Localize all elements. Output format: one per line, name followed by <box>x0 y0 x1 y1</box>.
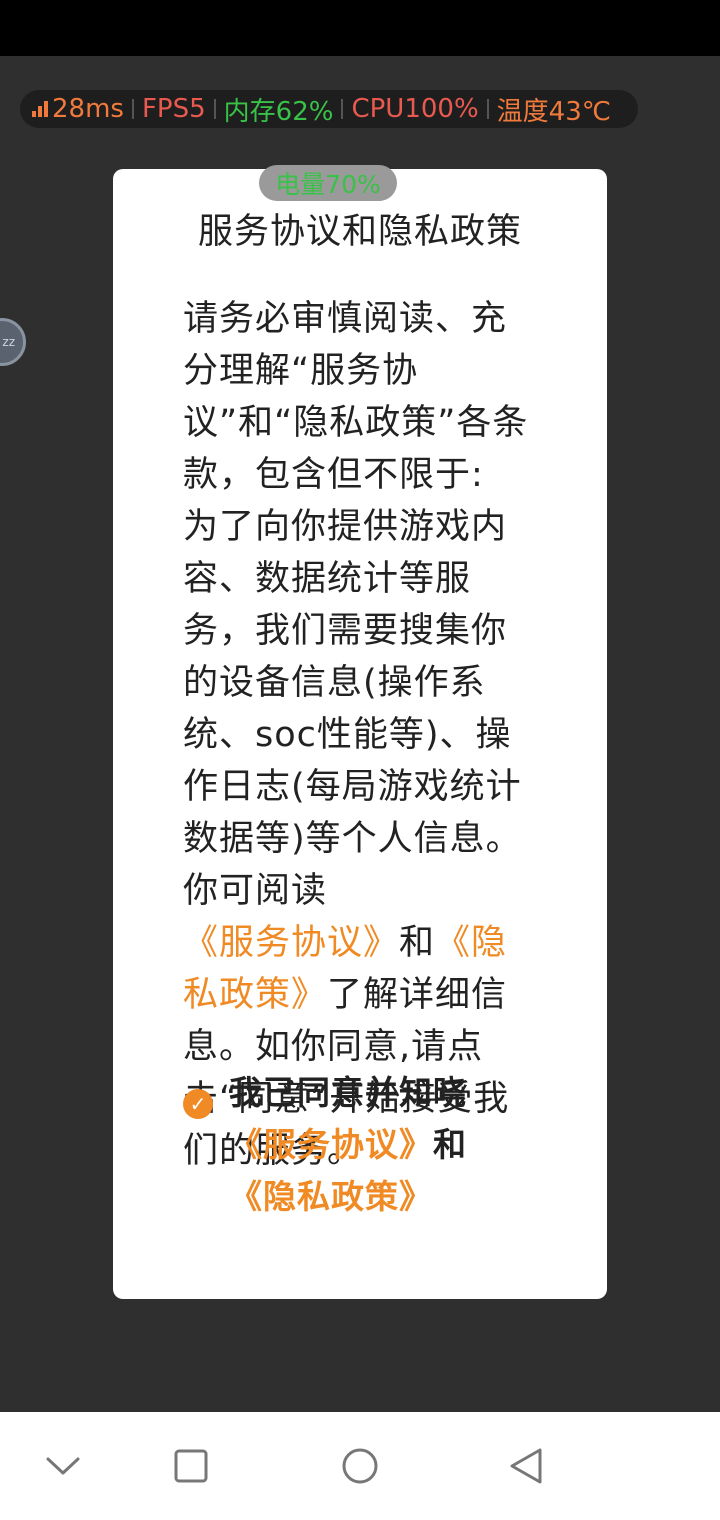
body-paragraph-2: 为了向你提供游戏内容、数据统计等服务，我们需要搜集你的设备信息(操作系统、soc… <box>183 507 522 911</box>
status-bar <box>0 0 720 56</box>
recent-apps-icon[interactable] <box>171 1446 211 1486</box>
agree-prefix: 我已同意并知晓 <box>229 1073 467 1112</box>
divider <box>131 99 134 119</box>
home-icon[interactable] <box>340 1446 380 1486</box>
agree-and: 和 <box>433 1125 467 1164</box>
temperature-readout: 温度43℃ <box>496 96 611 127</box>
body-paragraph-1: 请务必审慎阅读、充分理解“服务协议”和“隐私政策”各条款，包含但不限于: <box>183 299 529 495</box>
battery-badge: 电量70% <box>259 165 397 201</box>
service-agreement-link[interactable]: 《服务协议》 <box>183 923 399 963</box>
signal-icon <box>32 101 48 117</box>
app-screen: 28ms FPS5 内存62% CPU100% 温度43℃ zz 电量70% 服… <box>0 56 720 1412</box>
ping-value: 28ms <box>52 94 124 124</box>
memory-readout: 内存62% <box>223 96 334 127</box>
divider <box>486 99 489 119</box>
back-icon[interactable] <box>507 1446 547 1486</box>
divider <box>213 99 216 119</box>
dialog-body: 请务必审慎阅读、充分理解“服务协议”和“隐私政策”各条款，包含但不限于: 为了向… <box>183 293 539 1177</box>
privacy-dialog: 电量70% 服务协议和隐私政策 请务必审慎阅读、充分理解“服务协议”和“隐私政策… <box>113 165 607 1299</box>
divider <box>341 99 344 119</box>
cpu-readout: CPU100% <box>351 94 479 124</box>
agree-privacy-link[interactable]: 《隐私政策》 <box>229 1177 433 1216</box>
system-navigation-bar <box>0 1412 720 1520</box>
fps-readout: FPS5 <box>141 94 206 124</box>
dialog-title: 服务协议和隐私政策 <box>197 212 522 252</box>
performance-overlay: 28ms FPS5 内存62% CPU100% 温度43℃ <box>20 90 638 128</box>
checkmark-icon[interactable]: ✓ <box>183 1089 213 1119</box>
agree-service-link[interactable]: 《服务协议》 <box>229 1125 433 1164</box>
floating-assistant-button[interactable]: zz <box>0 318 26 366</box>
and-text: 和 <box>399 923 436 963</box>
ping-readout: 28ms <box>32 94 124 124</box>
floating-ball-label: zz <box>2 335 15 349</box>
agree-text: 我已同意并知晓《服务协议》和《隐私政策》 <box>229 1067 529 1223</box>
chevron-down-icon[interactable] <box>43 1446 83 1486</box>
